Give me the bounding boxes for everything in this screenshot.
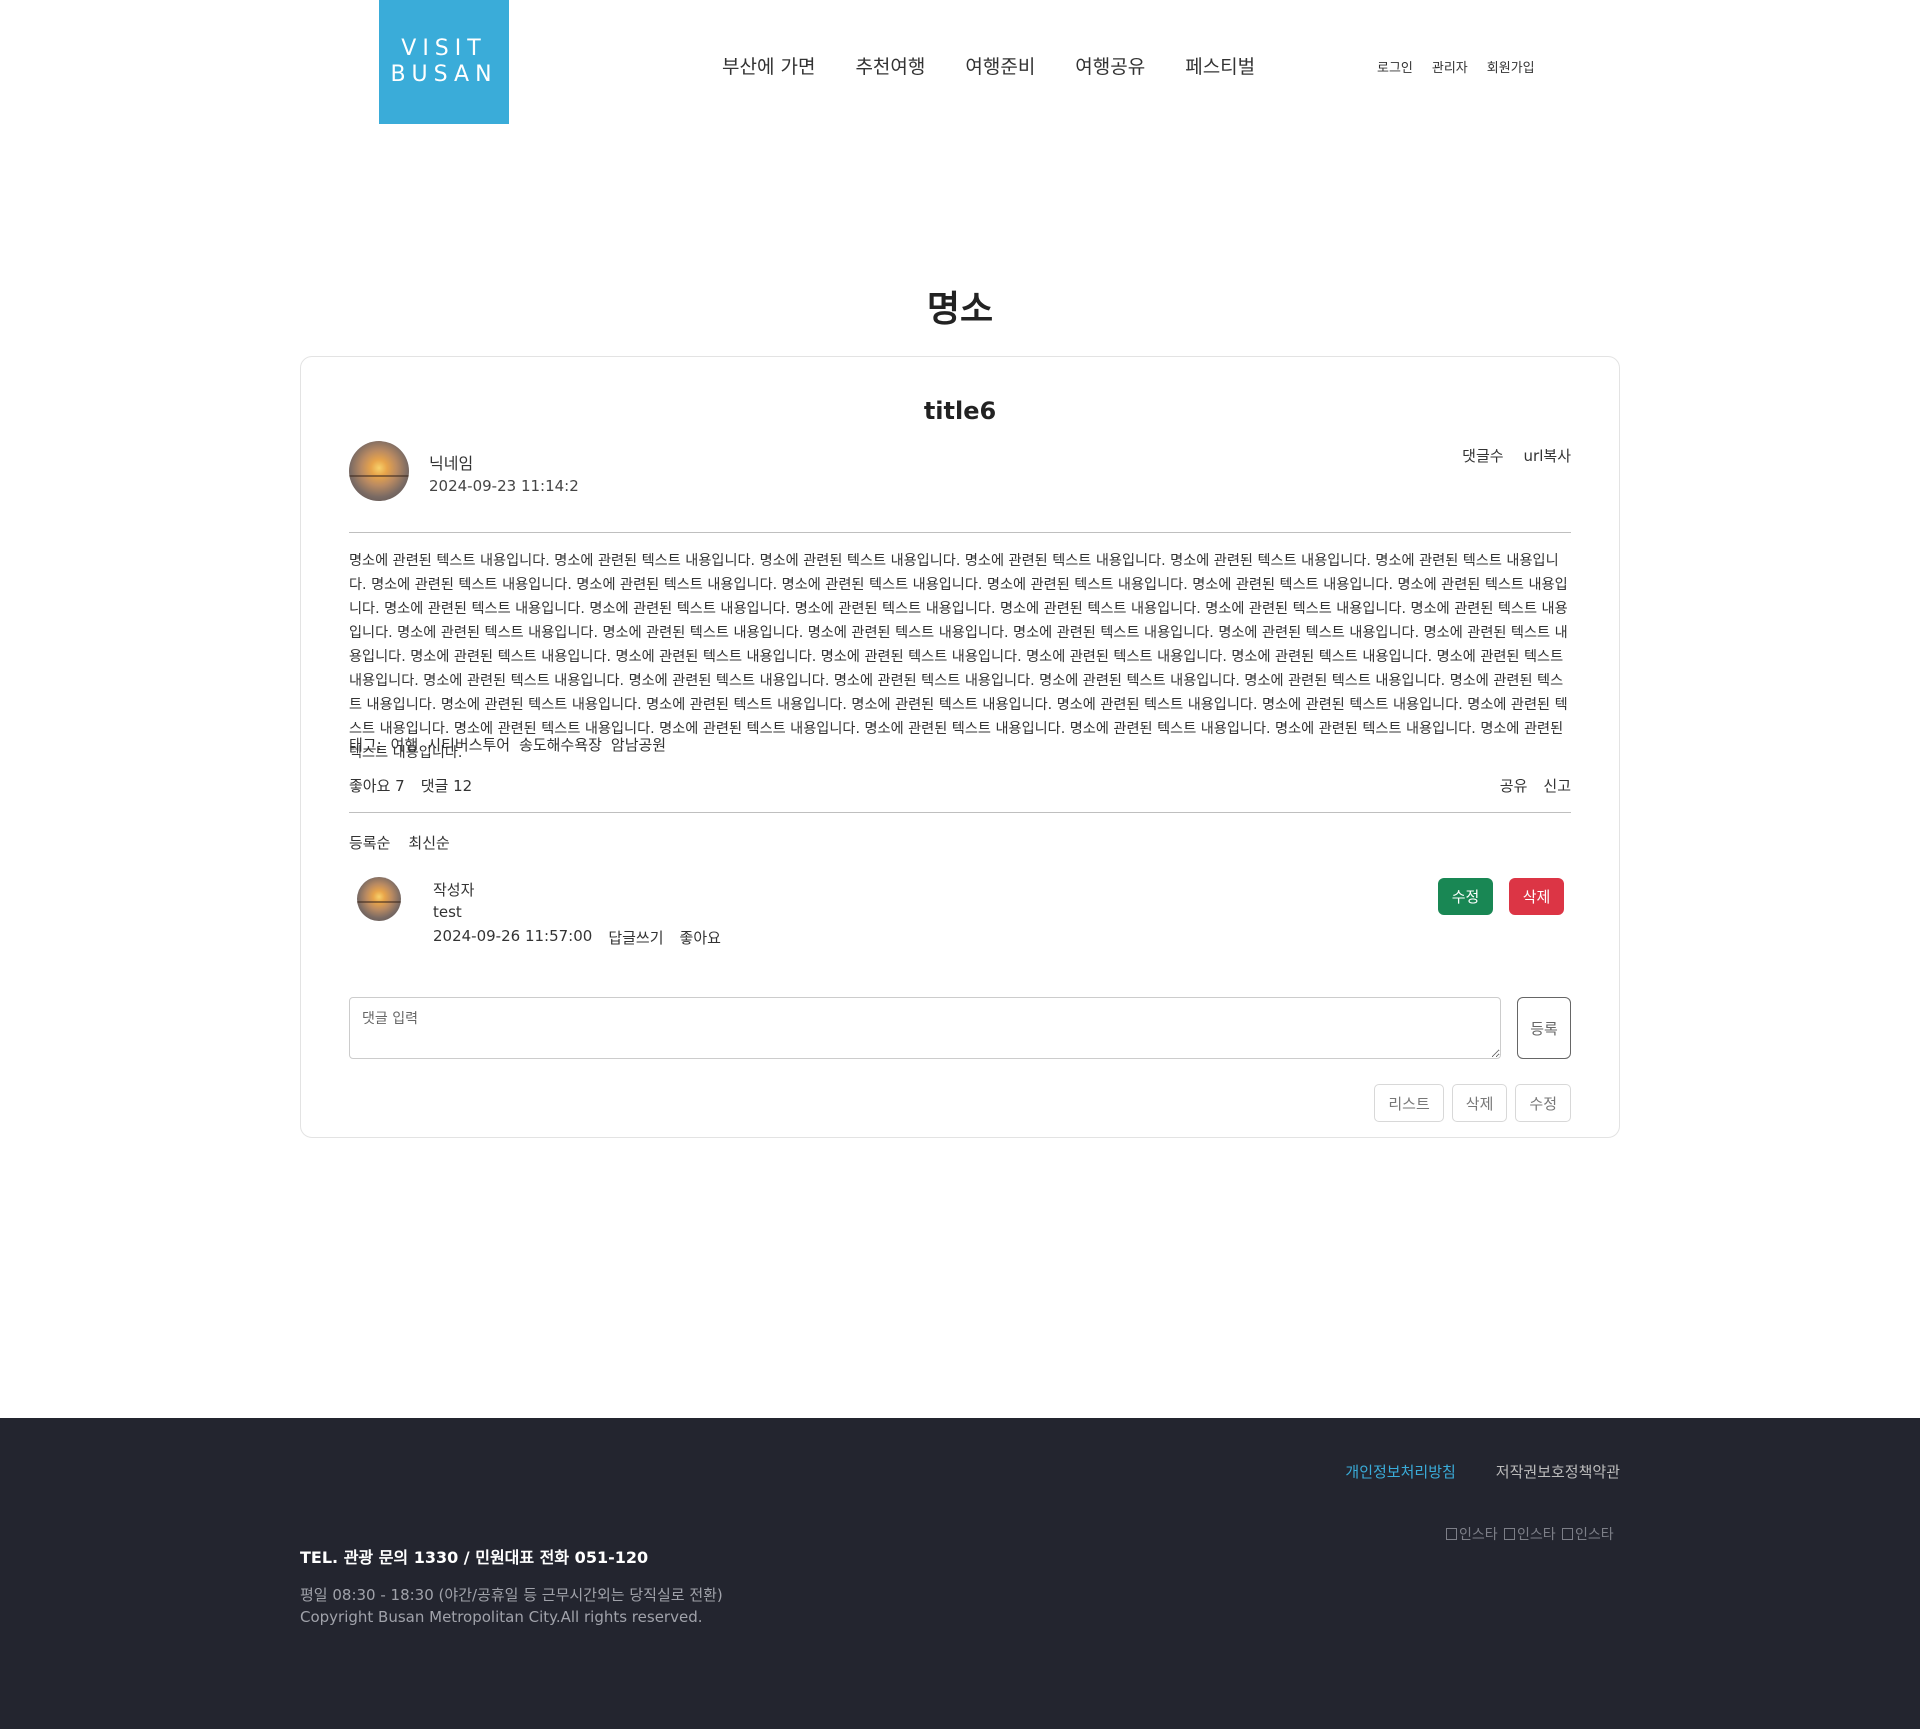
divider — [349, 812, 1571, 813]
tag-item[interactable]: 암남공원 — [611, 734, 666, 755]
post-title: title6 — [923, 397, 997, 425]
post-meta-links: 댓글수 url복사 — [1442, 445, 1571, 466]
sns-alt-text: 인스타 — [1575, 1527, 1614, 1543]
nav-item-prep[interactable]: 여행준비 — [965, 52, 1035, 79]
privacy-policy-link[interactable]: 개인정보처리방침 — [1345, 1461, 1455, 1482]
like-count[interactable]: 좋아요 7 — [349, 775, 405, 796]
post-bottom-buttons: 리스트 삭제 수정 — [1366, 1084, 1571, 1122]
tag-item[interactable]: 송도해수욕장 — [519, 734, 602, 755]
tag-list: 태그: 여행 시티버스투어 송도해수욕장 암남공원 — [349, 734, 666, 755]
signup-link[interactable]: 회원가입 — [1487, 57, 1535, 76]
comment-delete-button[interactable]: 삭제 — [1509, 878, 1564, 915]
sns-alt-text: 인스타 — [1517, 1527, 1556, 1543]
tags-label: 태그: — [349, 736, 382, 754]
comment-text: test — [433, 903, 462, 921]
post-date: 2024-09-23 11:14:2 — [429, 477, 579, 495]
report-link[interactable]: 신고 — [1543, 775, 1571, 796]
post-actions: 공유 신고 — [1484, 775, 1571, 796]
comment-like-link[interactable]: 좋아요 — [680, 927, 721, 948]
post-body: 명소에 관련된 텍스트 내용입니다. 명소에 관련된 텍스트 내용입니다. 명소… — [349, 553, 1568, 761]
footer-tel: TEL. 관광 문의 1330 / 민원대표 전화 051-120 — [300, 1548, 649, 1567]
instagram-icon[interactable]: 인스타 — [1446, 1524, 1504, 1544]
footer-links: 개인정보처리방침 저작권보호정책약관 — [1345, 1461, 1620, 1482]
site-footer: 개인정보처리방침 저작권보호정책약관 인스타 인스타 인스타 TEL. 관광 문… — [0, 1418, 1920, 1729]
comment-input[interactable] — [349, 997, 1501, 1059]
nav-item-recommended[interactable]: 추천여행 — [855, 52, 925, 79]
instagram-icon[interactable]: 인스타 — [1504, 1524, 1562, 1544]
tag-item[interactable]: 여행 — [391, 734, 419, 755]
share-link[interactable]: 공유 — [1500, 775, 1528, 796]
post-stats: 좋아요 7 댓글 12 — [349, 775, 488, 796]
commenter-avatar — [357, 877, 401, 921]
comment-count-link[interactable]: 댓글수 — [1462, 445, 1503, 466]
divider — [349, 532, 1571, 533]
comment-count: 댓글 12 — [420, 777, 473, 795]
comment-date: 2024-09-26 11:57:00 — [433, 927, 593, 945]
visit-busan-logo[interactable]: VISIT BUSAN — [379, 0, 509, 124]
site-header: VISIT BUSAN 부산에 가면 추천여행 여행준비 여행공유 페스티벌 로… — [0, 0, 1920, 124]
comment-sort: 등록순 최신순 — [349, 832, 468, 853]
tag-item[interactable]: 시티버스투어 — [427, 734, 510, 755]
sns-alt-text: 인스타 — [1459, 1527, 1498, 1543]
comment-author: 작성자 — [433, 881, 475, 899]
reply-link[interactable]: 답글쓰기 — [608, 927, 663, 948]
logo-text: VISIT BUSAN — [390, 36, 498, 87]
list-button[interactable]: 리스트 — [1374, 1084, 1444, 1122]
sort-by-latest[interactable]: 최신순 — [408, 832, 449, 853]
util-nav: 로그인 관리자 회원가입 — [1377, 57, 1554, 76]
edit-post-button[interactable]: 수정 — [1515, 1084, 1571, 1122]
author-nickname: 닉네임 — [429, 454, 474, 473]
comment-meta: 2024-09-26 11:57:00 답글쓰기 좋아요 — [433, 927, 721, 948]
nav-item-busan[interactable]: 부산에 가면 — [722, 52, 815, 79]
admin-link[interactable]: 관리자 — [1432, 57, 1468, 76]
sns-links: 인스타 인스타 인스타 — [1446, 1524, 1620, 1544]
author-avatar — [349, 441, 409, 501]
login-link[interactable]: 로그인 — [1377, 57, 1413, 76]
post-card: title6 닉네임 2024-09-23 11:14:2 댓글수 url복사 … — [300, 356, 1620, 1138]
comment-edit-button[interactable]: 수정 — [1438, 878, 1493, 915]
main-nav: 부산에 가면 추천여행 여행준비 여행공유 페스티벌 — [722, 52, 1295, 79]
nav-item-share[interactable]: 여행공유 — [1075, 52, 1145, 79]
copyright-policy-link[interactable]: 저작권보호정책약관 — [1496, 1461, 1620, 1482]
sort-by-registration[interactable]: 등록순 — [349, 832, 390, 853]
footer-copyright: Copyright Busan Metropolitan City.All ri… — [300, 1608, 703, 1626]
delete-post-button[interactable]: 삭제 — [1451, 1084, 1508, 1122]
page-title: 명소 — [926, 289, 994, 330]
comment-submit-button[interactable]: 등록 — [1517, 997, 1571, 1059]
instagram-icon[interactable]: 인스타 — [1562, 1524, 1620, 1544]
copy-url-link[interactable]: url복사 — [1524, 445, 1571, 466]
nav-item-festival[interactable]: 페스티벌 — [1185, 52, 1255, 79]
footer-hours: 평일 08:30 - 18:30 (야간/공휴일 등 근무시간외는 당직실로 전… — [300, 1586, 723, 1604]
